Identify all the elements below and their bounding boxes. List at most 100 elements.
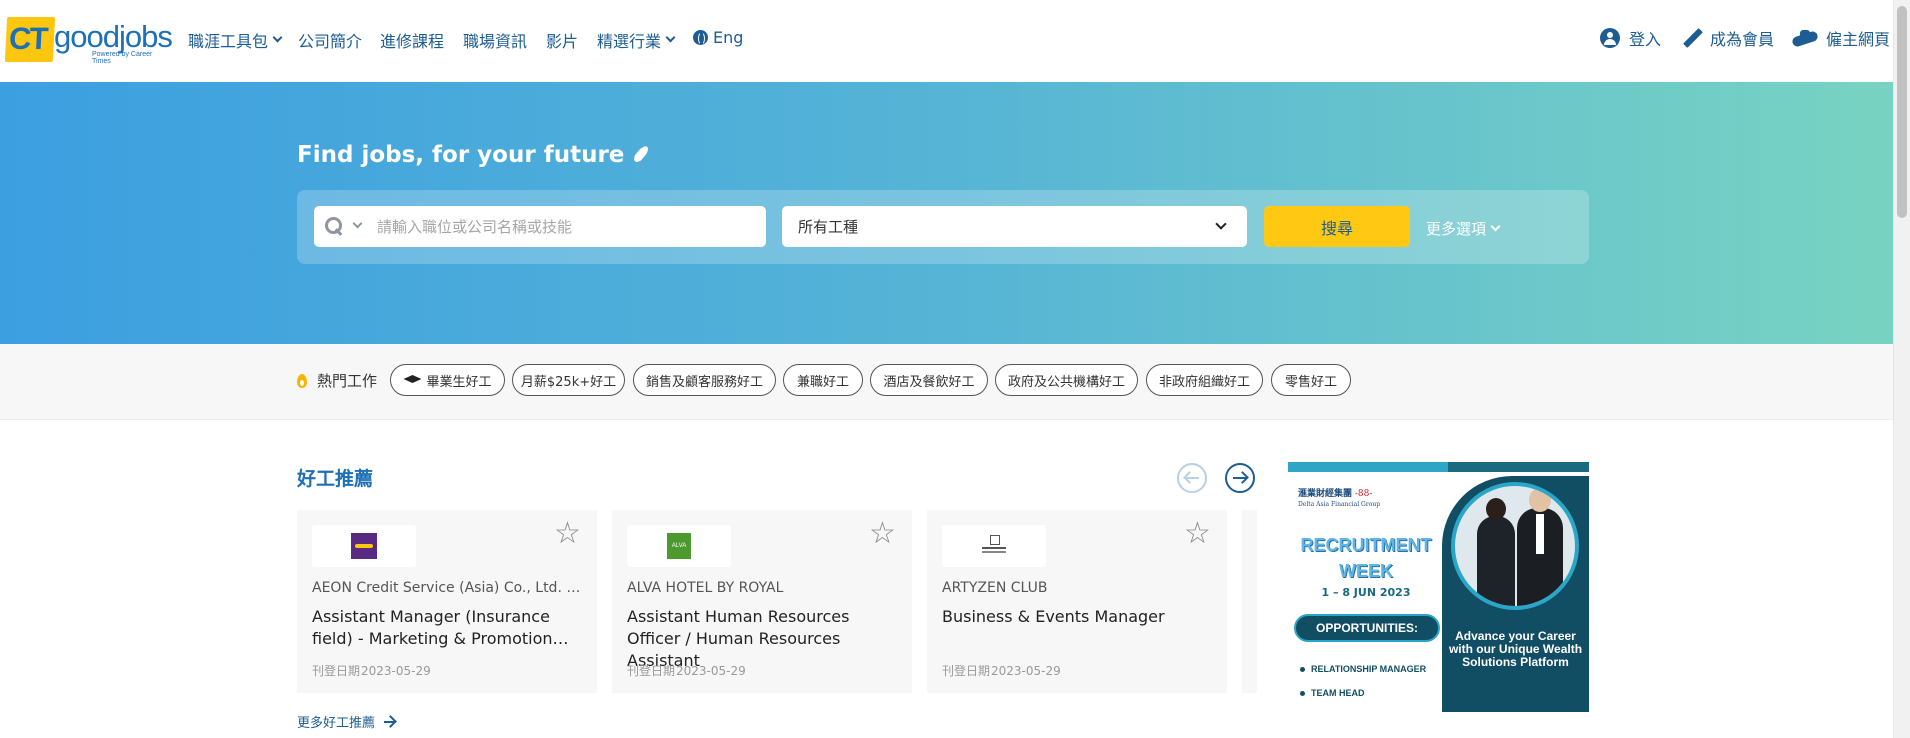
nav-language-switch[interactable]: Eng [693, 28, 743, 47]
ad-person-woman [1477, 498, 1515, 606]
job-card[interactable]: ARTYZEN CLUB Business & Events Manager 刊… [927, 510, 1227, 693]
hero-banner: Find jobs, for your future 所有工種 搜尋 更多選項 [0, 82, 1893, 344]
more-options-toggle[interactable]: 更多選項 [1426, 218, 1501, 239]
search-button[interactable]: 搜尋 [1264, 206, 1410, 247]
employer-link[interactable]: 僱主網頁 [1792, 26, 1890, 50]
ad-role-item: RELATIONSHIP MANAGER [1300, 664, 1426, 674]
hot-tag-retail[interactable]: 零售好工 [1271, 364, 1351, 396]
chevron-down-icon [1490, 221, 1501, 231]
nav-career-toolkit[interactable]: 職涯工具包 [188, 28, 283, 52]
post-date-value: 2023-05-29 [991, 664, 1061, 678]
chevron-down-icon[interactable] [352, 218, 363, 229]
job-category-select[interactable]: 所有工種 [782, 206, 1247, 247]
page: CT goodjobs Powered by Career Times 職涯工具… [0, 0, 1910, 738]
arrow-left-icon [1185, 477, 1199, 479]
hot-tag-graduate[interactable]: 畢業生好工 [390, 364, 505, 396]
job-card-company: AEON Credit Service (Asia) Co., Ltd. (AE… [312, 580, 582, 596]
hot-tag-sales[interactable]: 銷售及顧客服務好工 [633, 364, 776, 396]
search-icon [325, 217, 344, 236]
top-navigation: CT goodjobs Powered by Career Times 職涯工具… [0, 0, 1893, 82]
ad-headline-line2: WEEK [1339, 561, 1393, 581]
logo-goodjobs-text: goodjobs [54, 19, 173, 54]
nav-company-profiles-label: 公司簡介 [298, 32, 363, 51]
job-category-value: 所有工種 [798, 218, 859, 236]
alva-logo-icon: ALVA [667, 533, 691, 559]
aeon-logo-icon [351, 533, 377, 559]
ad-person-man [1517, 488, 1563, 606]
hot-tag-label: 月薪$25k+好工 [520, 374, 617, 390]
user-circle-icon [1600, 28, 1620, 48]
more-recommended-jobs-link[interactable]: 更多好工推薦 [297, 712, 396, 731]
post-date-label: 刊登日期 [312, 664, 361, 678]
job-card-title[interactable]: Assistant Manager (Insurance field) - Ma… [312, 606, 587, 650]
job-card-title[interactable]: Business & Events Manager [942, 606, 1217, 628]
search-panel: 所有工種 搜尋 更多選項 [297, 190, 1589, 264]
logo-ct-text: CT [8, 21, 48, 56]
hot-jobs-label: 熱門工作 [297, 370, 377, 391]
hot-tag-ngo[interactable]: 非政府組織好工 [1146, 364, 1263, 396]
hot-tag-label: 零售好工 [1284, 374, 1337, 390]
scrollbar-thumb[interactable] [1897, 6, 1907, 218]
hot-tag-label: 非政府組織好工 [1158, 374, 1250, 390]
logo-powered-text: Powered by Career Times [92, 51, 153, 65]
star-icon[interactable] [869, 519, 897, 552]
nav-industries[interactable]: 精選行業 [597, 28, 676, 52]
ad-top-stripe-accent [1288, 462, 1448, 472]
logo-ct-block: CT [4, 17, 56, 62]
star-icon[interactable] [1184, 519, 1212, 552]
chevron-down-icon [665, 32, 676, 43]
nav-videos[interactable]: 影片 [546, 28, 578, 52]
page-scrollbar[interactable] [1893, 0, 1910, 738]
register-link[interactable]: 成為會員 [1681, 26, 1774, 50]
job-card[interactable]: ALVA ALVA HOTEL BY ROYAL Assistant Human… [612, 510, 912, 693]
arrow-right-icon [1233, 477, 1247, 479]
hot-jobs-bar: 熱門工作 畢業生好工 月薪$25k+好工 銷售及顧客服務好工 兼職好工 酒店及餐… [0, 344, 1893, 420]
ad-brand: 滙業財經集團 -88- Delta Asia Financial Group [1298, 486, 1380, 509]
globe-icon [693, 30, 708, 45]
company-logo [312, 525, 416, 567]
job-card-date: 刊登日期2023-05-29 [312, 662, 431, 679]
hot-tag-part-time[interactable]: 兼職好工 [783, 364, 863, 396]
job-card-partial[interactable] [1242, 510, 1257, 693]
pencil-icon [1681, 27, 1703, 49]
nav-courses[interactable]: 進修課程 [380, 28, 444, 52]
company-logo [942, 525, 1046, 567]
ad-role-label: TEAM HEAD [1311, 688, 1365, 698]
keyword-search-box [314, 206, 766, 247]
carousel-prev-button[interactable] [1177, 463, 1207, 493]
carousel-next-button[interactable] [1225, 463, 1255, 493]
nav-industries-label: 精選行業 [597, 32, 662, 51]
star-icon[interactable] [554, 519, 582, 552]
hot-tag-25k[interactable]: 月薪$25k+好工 [512, 364, 625, 396]
register-label: 成為會員 [1710, 30, 1775, 49]
ad-role-item: TEAM HEAD [1300, 688, 1365, 698]
nav-company-profiles[interactable]: 公司簡介 [298, 28, 362, 52]
handshake-icon [1792, 28, 1818, 48]
nav-videos-label: 影片 [546, 32, 579, 51]
rocket-icon [633, 146, 651, 164]
post-date-value: 2023-05-29 [361, 664, 431, 678]
ad-dates: 1 – 8 JUN 2023 [1321, 586, 1411, 599]
recruitment-ad-banner[interactable]: 滙業財經集團 -88- Delta Asia Financial Group R… [1288, 462, 1589, 712]
graduation-cap-icon [403, 375, 422, 383]
job-card-company: ARTYZEN CLUB [942, 580, 1048, 596]
job-card-date: 刊登日期2023-05-29 [942, 662, 1061, 679]
login-link[interactable]: 登入 [1600, 26, 1661, 50]
ctgoodjobs-logo[interactable]: CT goodjobs Powered by Career Times [4, 17, 173, 65]
job-card[interactable]: AEON Credit Service (Asia) Co., Ltd. (AE… [297, 510, 597, 693]
search-input[interactable] [377, 206, 757, 247]
hot-tag-label: 酒店及餐飲好工 [883, 374, 975, 390]
hot-tag-government[interactable]: 政府及公共機構好工 [995, 364, 1138, 396]
nav-courses-label: 進修課程 [380, 32, 445, 51]
ad-photo [1451, 482, 1579, 610]
nav-language-label: Eng [713, 28, 744, 47]
hero-title-text: Find jobs, for your future [297, 142, 625, 168]
ad-brand-cn: 滙業財經集團 [1298, 489, 1353, 499]
post-date-label: 刊登日期 [942, 664, 991, 678]
ad-brand-en: Delta Asia Financial Group [1298, 501, 1381, 508]
employer-label: 僱主網頁 [1826, 30, 1891, 49]
hot-tag-label: 畢業生好工 [426, 374, 492, 390]
hot-tag-hotel[interactable]: 酒店及餐飲好工 [870, 364, 988, 396]
arrow-right-icon [384, 720, 396, 723]
nav-career-info[interactable]: 職場資訊 [463, 28, 527, 52]
